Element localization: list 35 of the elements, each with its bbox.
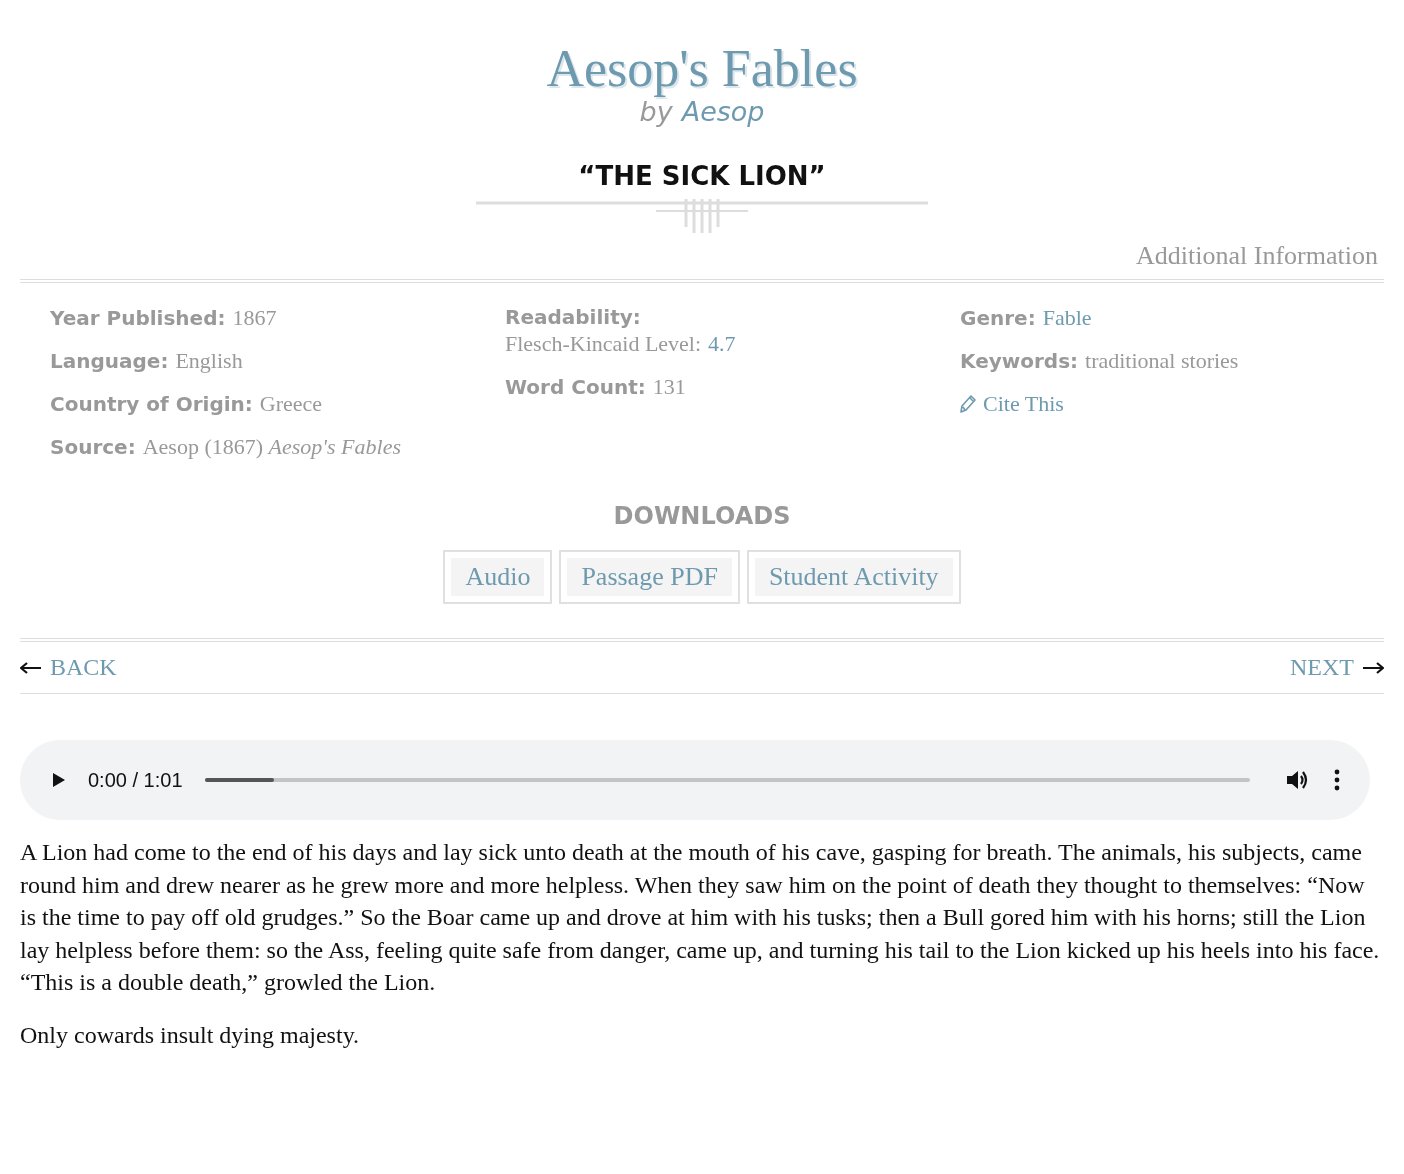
back-link[interactable]: BACK [20, 654, 117, 681]
more-options-icon[interactable] [1334, 769, 1340, 791]
next-link[interactable]: NEXT [1290, 654, 1384, 681]
pencil-icon [960, 395, 976, 413]
info-label: Genre: [960, 306, 1036, 330]
info-label: Country of Origin: [50, 392, 253, 416]
info-label: Readability: [505, 305, 641, 329]
info-value: traditional stories [1085, 348, 1239, 374]
info-value: English [175, 348, 243, 374]
info-value: 131 [652, 374, 686, 400]
info-link[interactable]: 4.7 [708, 331, 736, 357]
info-value: Aesop (1867) Aesop's Fables [142, 434, 401, 460]
play-icon[interactable] [52, 772, 66, 788]
info-value: 1867 [232, 305, 277, 331]
left-arrow-icon [20, 661, 42, 674]
info-link[interactable]: Fable [1042, 305, 1092, 331]
info-label: Keywords: [960, 349, 1079, 373]
downloads-heading: DOWNLOADS [612, 502, 792, 530]
download-button[interactable]: Student Activity [754, 558, 953, 596]
story-paragraph: A Lion had come to the end of his days and lay sick unto death at the mouth of his cave, gasping for breath. The animals, his subjects, came round him and drew nearer as he grew more and more helpless. When they saw him on the point of death they thought to themselves: “Now is the time to pay off old grudges.” So the Boar came up and drove at him with his tusks; then a Bull gored him with his horns; still the Lion lay helpless before them: so the Ass, feeling quite safe from danger, came up, and turning his tail to the Lion kicked up his heels into his face. “This is a double death,” growled the Lion. [20, 838, 1381, 997]
cite-link[interactable]: Cite This [983, 391, 1064, 417]
info-value: Greece [259, 391, 323, 417]
download-button[interactable]: Audio [451, 558, 545, 596]
right-arrow-icon [1362, 661, 1384, 674]
playback-time: 0:00 / 1:01 [88, 768, 183, 792]
info-label: Language: [50, 349, 169, 373]
info-label: Year Published: [50, 306, 226, 330]
additional-information-heading: Additional Information [1136, 241, 1378, 271]
info-label: Word Count: [505, 375, 646, 399]
download-button[interactable]: Passage PDF [567, 558, 732, 596]
info-label: Source: [50, 435, 136, 459]
info-value: Flesch-Kincaid Level: [505, 331, 702, 357]
story-title: “THE SICK LION” [578, 161, 826, 191]
story-paragraph: Only cowards insult dying majesty. [20, 1020, 361, 1050]
seek-bar[interactable] [204, 778, 1250, 782]
